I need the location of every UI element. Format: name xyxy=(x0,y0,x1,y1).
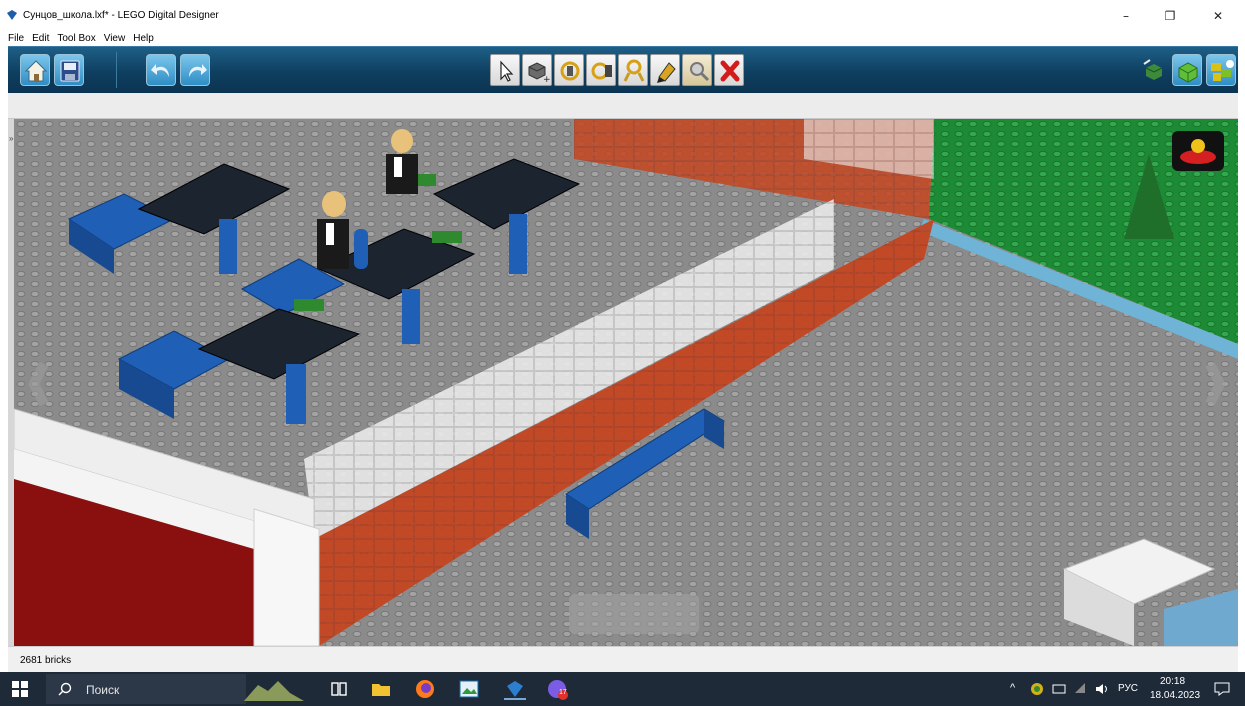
delete-tool-icon xyxy=(720,60,740,82)
brick-count: 2681 bricks xyxy=(20,655,72,666)
show-hidden-icons-chevron[interactable]: ^ xyxy=(1010,682,1015,694)
select-tool-icon xyxy=(500,60,514,82)
build-mode-icon xyxy=(1143,59,1163,80)
save-button[interactable] xyxy=(54,54,84,86)
flex-tool-icon xyxy=(623,59,645,82)
green-money-item[interactable] xyxy=(432,231,462,243)
home-button[interactable] xyxy=(20,54,50,86)
search-placeholder: Поиск xyxy=(86,683,120,697)
paint-tool-icon xyxy=(657,62,676,83)
undo-icon xyxy=(151,64,169,77)
notification-badge-count: 17 xyxy=(559,689,567,696)
save-icon xyxy=(60,60,80,82)
firefox-icon[interactable] xyxy=(414,678,436,700)
toolbar-separator xyxy=(116,52,117,88)
select-tool-button[interactable] xyxy=(490,54,520,86)
zoom-camera-controls[interactable] xyxy=(569,594,699,634)
hinge-align-tool-icon xyxy=(591,62,612,80)
main-toolbar: + xyxy=(8,46,1238,93)
wifi-icon[interactable] xyxy=(1074,682,1088,696)
paint-tool-button[interactable] xyxy=(650,54,680,86)
search-highlight-image[interactable] xyxy=(244,675,304,703)
menu-bar: File Edit Tool Box View Help xyxy=(0,30,1245,46)
hinge-tool-button[interactable] xyxy=(554,54,584,86)
hide-tool-icon xyxy=(690,62,710,82)
volume-icon[interactable] xyxy=(1094,682,1110,696)
lego-scene-render[interactable] xyxy=(14,119,1238,646)
clock-time[interactable]: 20:18 xyxy=(1160,676,1185,687)
clone-tool-button[interactable]: + xyxy=(522,54,552,86)
window-title: Сунцов_школа.lxf* - LEGO Digital Designe… xyxy=(23,10,219,21)
input-language[interactable]: РУС xyxy=(1118,683,1138,694)
search-icon xyxy=(58,682,72,696)
lego-digital-designer-taskbar-icon[interactable] xyxy=(504,678,526,700)
menu-view[interactable]: View xyxy=(104,33,126,44)
white-corner-pillar[interactable] xyxy=(253,508,320,646)
windows-start-icon[interactable] xyxy=(12,681,28,697)
redo-icon xyxy=(189,64,207,77)
restore-button[interactable]: ❐ xyxy=(1152,6,1188,26)
delete-tool-button[interactable] xyxy=(714,54,744,86)
flex-tool-button[interactable] xyxy=(618,54,648,86)
close-button[interactable]: ✕ xyxy=(1200,6,1236,26)
instructions-mode-button[interactable] xyxy=(1206,54,1236,86)
menu-help[interactable]: Help xyxy=(133,33,154,44)
instructions-mode-icon xyxy=(1211,60,1234,81)
toolbar-subbar xyxy=(8,93,1238,119)
lego-app-icon xyxy=(7,10,17,20)
view-mode-icon xyxy=(1178,62,1198,83)
image-viewer-icon[interactable] xyxy=(458,678,480,700)
expand-palette-icon[interactable]: » xyxy=(9,134,13,143)
menu-toolbox[interactable]: Tool Box xyxy=(57,33,95,44)
notifications-icon[interactable] xyxy=(1214,682,1230,696)
status-bar: 2681 bricks xyxy=(8,646,1238,672)
model-viewport[interactable] xyxy=(14,119,1238,646)
redo-button[interactable] xyxy=(180,54,210,86)
window-title-bar: Сунцов_школа.lxf* - LEGO Digital Designe… xyxy=(0,0,1245,30)
hinge-tool-icon xyxy=(560,61,580,81)
view-mode-button[interactable] xyxy=(1172,54,1202,86)
build-mode-button[interactable] xyxy=(1140,54,1168,86)
minifigure-library-icon[interactable] xyxy=(1172,131,1224,171)
network-icon[interactable] xyxy=(1052,682,1066,696)
svg-text:+: + xyxy=(543,75,551,85)
file-explorer-icon[interactable] xyxy=(370,678,392,700)
undo-button[interactable] xyxy=(146,54,176,86)
hinge-align-tool-button[interactable] xyxy=(586,54,616,86)
windows-taskbar: Поиск 17 ^ РУС 20:18 18.04.2023 xyxy=(0,672,1245,706)
hide-tool-button[interactable] xyxy=(682,54,712,86)
tray-app-icon[interactable] xyxy=(1030,682,1044,696)
taskbar-search-box[interactable]: Поиск xyxy=(46,674,246,704)
home-icon xyxy=(24,60,48,82)
task-view-icon[interactable] xyxy=(328,678,350,700)
menu-edit[interactable]: Edit xyxy=(32,33,49,44)
clone-tool-icon: + xyxy=(528,62,551,85)
menu-file[interactable]: File xyxy=(8,33,24,44)
green-money-item[interactable] xyxy=(294,299,324,311)
clock-date[interactable]: 18.04.2023 xyxy=(1150,690,1200,701)
minimize-button[interactable]: – xyxy=(1108,6,1144,26)
